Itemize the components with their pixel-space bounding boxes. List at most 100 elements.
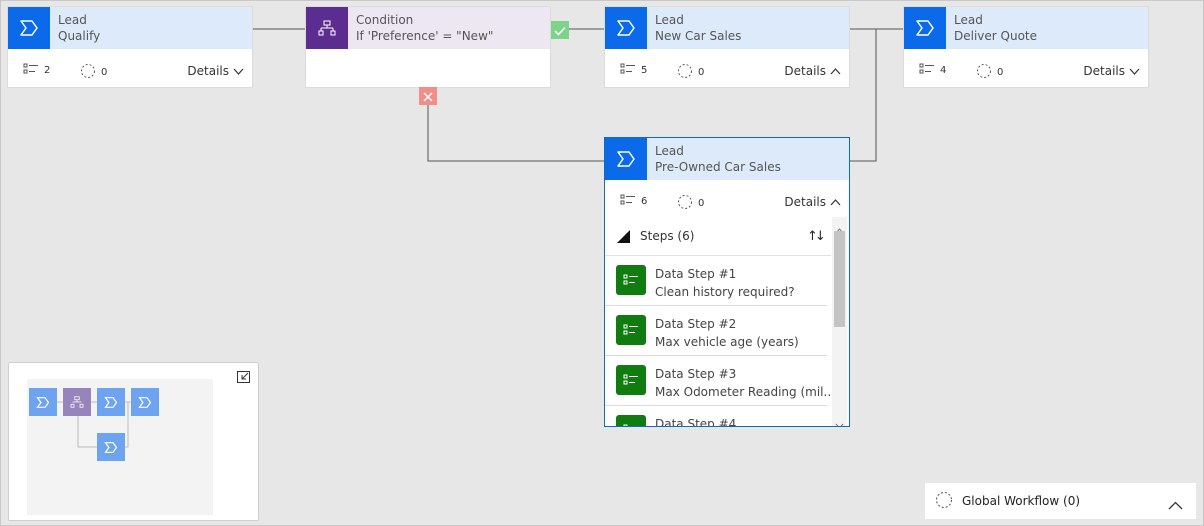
stage-footer: 2 0 Details <box>8 57 252 85</box>
sort-arrows-icon[interactable]: ↑↓ <box>807 229 826 244</box>
steps-panel: Steps (6) ↑↓ Data Step #1 Clean history … <box>605 217 849 426</box>
steps-count-value: 5 <box>641 65 648 76</box>
step-item[interactable]: Data Step #1 Clean history required? <box>605 256 827 306</box>
step-item[interactable]: Data Step #4 <box>605 406 827 426</box>
steps-count: 5 <box>620 63 647 78</box>
stage-title: Lead Pre-Owned Car Sales <box>655 143 781 175</box>
chevron-up-icon[interactable] <box>1168 495 1183 514</box>
condition-card[interactable]: Condition If 'Preference' = "New" <box>306 7 550 87</box>
workflow-dashed-circle-icon <box>677 63 693 82</box>
minimap-stage <box>131 388 159 416</box>
steps-header[interactable]: Steps (6) ↑↓ <box>605 217 831 256</box>
condition-expression: If 'Preference' = "New" <box>356 29 494 43</box>
step-title: Data Step #4 <box>655 417 737 426</box>
step-title: Data Step #3 <box>655 367 737 381</box>
minimap-stage <box>97 388 125 416</box>
details-toggle[interactable]: Details <box>784 195 841 209</box>
chevron-down-icon <box>1129 64 1140 78</box>
data-step-icon <box>616 365 646 395</box>
collapse-triangle-icon[interactable] <box>617 230 630 246</box>
scroll-down-icon[interactable] <box>835 414 844 426</box>
workflows-count: 0 <box>976 63 1003 82</box>
stage-title: Lead Qualify <box>58 12 100 44</box>
step-field: Max vehicle age (years) <box>655 335 799 349</box>
condition-false-badge[interactable] <box>419 87 437 105</box>
condition-title: Condition If 'Preference' = "New" <box>356 12 493 44</box>
stage-footer: 5 0 Details <box>605 57 849 85</box>
minimap-stage <box>29 388 57 416</box>
steps-count: 6 <box>620 194 647 209</box>
stage-chevron-icon <box>605 138 647 180</box>
condition-header: Condition If 'Preference' = "New" <box>306 7 550 49</box>
steps-count-value: 4 <box>940 65 947 76</box>
steps-count-value: 2 <box>44 65 51 76</box>
step-title: Data Step #1 <box>655 267 737 281</box>
checkmark-icon <box>554 21 566 40</box>
scrollbar-thumb[interactable] <box>834 231 845 327</box>
stage-header: Lead New Car Sales <box>605 7 849 49</box>
minimap-collapse-icon[interactable] <box>237 368 250 383</box>
stage-chevron-icon <box>605 7 647 49</box>
workflow-dashed-circle-icon <box>935 491 953 513</box>
stage-chevron-icon <box>904 7 946 49</box>
stage-qualify-card[interactable]: Lead Qualify 2 0 Details <box>8 7 252 87</box>
stage-header: Lead Pre-Owned Car Sales <box>605 138 849 180</box>
details-label: Details <box>1083 64 1125 78</box>
workflows-count: 0 <box>677 63 704 82</box>
steps-header-label: Steps (6) <box>640 229 695 243</box>
step-title: Data Step #2 <box>655 317 737 331</box>
minimap[interactable] <box>8 362 259 521</box>
stage-deliver-quote-card[interactable]: Lead Deliver Quote 4 0 Details <box>904 7 1148 87</box>
stage-header: Lead Deliver Quote <box>904 7 1148 49</box>
stage-footer: 4 0 Details <box>904 57 1148 85</box>
condition-branch-icon <box>306 7 348 49</box>
details-label: Details <box>784 64 826 78</box>
workflows-count-value: 0 <box>698 198 705 209</box>
stage-new-car-sales-card[interactable]: Lead New Car Sales 5 0 Details <box>605 7 849 87</box>
details-toggle[interactable]: Details <box>1083 64 1140 78</box>
steps-count: 4 <box>919 63 946 78</box>
stage-title: Lead New Car Sales <box>655 12 741 44</box>
stage-title: Lead Deliver Quote <box>954 12 1037 44</box>
condition-true-badge[interactable] <box>551 21 569 39</box>
stage-name: Pre-Owned Car Sales <box>655 160 781 174</box>
stage-name: New Car Sales <box>655 29 742 43</box>
global-workflow-bar[interactable]: Global Workflow (0) <box>925 483 1196 519</box>
step-field: Max Odometer Reading (mil... <box>655 385 835 399</box>
details-toggle[interactable]: Details <box>784 64 841 78</box>
minimap-viewport[interactable] <box>27 379 213 515</box>
steps-list-icon <box>23 63 39 78</box>
details-label: Details <box>784 195 826 209</box>
minimap-condition <box>63 388 91 416</box>
minimap-stage <box>97 433 125 461</box>
workflows-count: 0 <box>80 63 107 82</box>
steps-scrollbar[interactable] <box>832 217 847 426</box>
stage-entity: Lead <box>655 13 684 27</box>
close-icon <box>423 87 433 106</box>
chevron-down-icon <box>233 64 244 78</box>
workflow-dashed-circle-icon <box>677 194 693 213</box>
details-toggle[interactable]: Details <box>187 64 244 78</box>
step-item[interactable]: Data Step #2 Max vehicle age (years) <box>605 306 827 356</box>
stage-pre-owned-car-sales-card[interactable]: Lead Pre-Owned Car Sales 6 0 Details Ste… <box>605 138 849 426</box>
data-step-icon <box>616 315 646 345</box>
step-field: Clean history required? <box>655 285 795 299</box>
chevron-up-icon <box>830 195 841 209</box>
stage-entity: Lead <box>655 144 684 158</box>
stage-header: Lead Qualify <box>8 7 252 49</box>
steps-count: 2 <box>23 63 50 78</box>
workflows-count-value: 0 <box>698 67 705 78</box>
steps-count-value: 6 <box>641 196 648 207</box>
stage-entity: Lead <box>58 13 87 27</box>
steps-list-icon <box>919 63 935 78</box>
data-step-icon <box>616 265 646 295</box>
step-item[interactable]: Data Step #3 Max Odometer Reading (mil..… <box>605 356 835 406</box>
workflows-count-value: 0 <box>997 67 1004 78</box>
workflow-dashed-circle-icon <box>80 63 96 82</box>
stage-footer: 6 0 Details <box>605 188 849 216</box>
steps-list-icon <box>620 63 636 78</box>
workflows-count-value: 0 <box>101 67 108 78</box>
condition-label: Condition <box>356 13 414 27</box>
stage-chevron-icon <box>8 7 50 49</box>
workflow-dashed-circle-icon <box>976 63 992 82</box>
